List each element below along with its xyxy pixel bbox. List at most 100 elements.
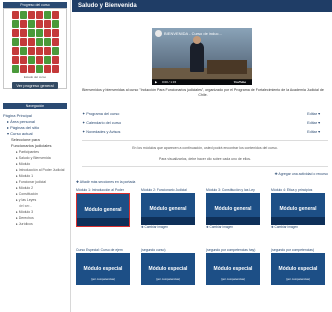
- topic-list: ✦ Programa del curso Editar ▾ ✦ Calendario…: [82, 110, 328, 137]
- module-tile-title: Módulo especial: [213, 266, 253, 272]
- change-image-link[interactable]: ✚ Cambiar imagen: [206, 225, 260, 230]
- topic-row[interactable]: ✦ Programa del curso Editar ▾: [82, 110, 328, 119]
- progress-cell[interactable]: [35, 56, 43, 64]
- progress-cell[interactable]: [27, 38, 35, 46]
- change-image-link[interactable]: ✚ Cambiar imagen: [271, 225, 325, 230]
- progress-cell[interactable]: [35, 11, 43, 19]
- video-desk: [207, 60, 247, 74]
- navigation-tree: Página Principal ▸ Área personal ▸ Páginas…: [3, 113, 67, 227]
- module-tile[interactable]: Módulo general: [271, 193, 325, 225]
- edit-menu[interactable]: Editar ▾: [307, 128, 320, 137]
- progress-cell[interactable]: [43, 65, 51, 73]
- progress-cell[interactable]: [27, 29, 35, 37]
- module-tile[interactable]: Módulo especial (por competencias): [271, 253, 325, 285]
- progress-cell[interactable]: [19, 65, 27, 73]
- module-tile[interactable]: Módulo general: [206, 193, 260, 225]
- module-card[interactable]: Módulo 2: Funcionario Judicial Módulo gen…: [141, 188, 195, 230]
- progress-cell[interactable]: [11, 65, 19, 73]
- progress-cell[interactable]: [51, 47, 59, 55]
- progress-cell[interactable]: [35, 38, 43, 46]
- module-tile[interactable]: Módulo especial (por competencias): [76, 253, 130, 285]
- progress-cell[interactable]: [43, 20, 51, 28]
- video-presenter: [190, 42, 204, 72]
- progress-cell[interactable]: [35, 65, 43, 73]
- navigation-block-title: Navegación: [3, 103, 67, 109]
- progress-cell[interactable]: [19, 20, 27, 28]
- nav-item[interactable]: ▸ Jurídicos: [3, 221, 67, 227]
- module-card[interactable]: Módulo 1: Introducción al Poder Módulo ge…: [76, 188, 130, 227]
- edit-menu[interactable]: Editar ▾: [307, 119, 320, 128]
- play-icon[interactable]: ▶: [155, 79, 157, 85]
- progress-cell[interactable]: [51, 20, 59, 28]
- video-title[interactable]: BIENVENIDA - Curso de induc...: [164, 31, 222, 36]
- module-tile-title: Módulo general: [149, 206, 187, 212]
- progress-cell[interactable]: [51, 11, 59, 19]
- progress-cell[interactable]: [27, 20, 35, 28]
- progress-cell[interactable]: [11, 29, 19, 37]
- progress-cell[interactable]: [11, 11, 19, 19]
- module-tile[interactable]: Módulo general: [76, 193, 130, 227]
- welcome-video-player[interactable]: BIENVENIDA - Curso de induc... ▶ 0:00 / …: [152, 28, 252, 85]
- module-card[interactable]: (segundo curso) Módulo especial (por compe…: [141, 248, 195, 285]
- module-card[interactable]: (segundo por competencias) Módulo especia…: [271, 248, 325, 285]
- progress-cell[interactable]: [19, 56, 27, 64]
- progress-cell[interactable]: [27, 11, 35, 19]
- topic-row[interactable]: ✦ Novedades y Avisos Editar ▾: [82, 128, 328, 137]
- progress-cell[interactable]: [43, 11, 51, 19]
- welcome-text: Bienvenidos y bienvenidas al curso "Indu…: [82, 88, 324, 97]
- module-tile[interactable]: Módulo especial (por competencias): [206, 253, 260, 285]
- video-controls[interactable]: ▶ 0:00 / 1:15 YouTube: [152, 79, 252, 85]
- progress-cell[interactable]: [35, 20, 43, 28]
- view-progress-button[interactable]: Ver progreso general: [12, 82, 58, 89]
- progress-cell[interactable]: [51, 38, 59, 46]
- module-tile-subtitle: (por competencias): [91, 277, 115, 281]
- module-tile-subtitle: (por competencias): [221, 277, 245, 281]
- progress-cell[interactable]: [19, 38, 27, 46]
- module-tile-strip: [77, 218, 129, 226]
- progress-cell[interactable]: [35, 29, 43, 37]
- progress-cell[interactable]: [27, 56, 35, 64]
- progress-cell[interactable]: [43, 38, 51, 46]
- progress-cell[interactable]: [19, 47, 27, 55]
- module-tile[interactable]: Módulo general: [141, 193, 195, 225]
- divider: [82, 166, 328, 167]
- add-sections-link[interactable]: ✚ Añadir más secciones en la portada: [76, 180, 135, 184]
- module-card[interactable]: Curso Especial: Curso de ejem Módulo espe…: [76, 248, 130, 285]
- progress-cell[interactable]: [27, 65, 35, 73]
- progress-cell[interactable]: [11, 56, 19, 64]
- progress-cell[interactable]: [19, 11, 27, 19]
- progress-cell[interactable]: [51, 29, 59, 37]
- progress-cell[interactable]: [27, 47, 35, 55]
- add-activity-link[interactable]: ✚ Agregar una actividad o recurso: [275, 172, 328, 176]
- youtube-logo[interactable]: YouTube: [234, 79, 246, 85]
- progress-cell[interactable]: [35, 47, 43, 55]
- progress-grid: [11, 11, 59, 73]
- progress-cell[interactable]: [43, 56, 51, 64]
- topic-link[interactable]: ✦ Novedades y Avisos: [82, 130, 120, 134]
- progress-cell[interactable]: [51, 56, 59, 64]
- progress-cell[interactable]: [11, 38, 19, 46]
- topic-row[interactable]: ✦ Calendario del curso Editar ▾: [82, 119, 328, 128]
- module-tile[interactable]: Módulo especial (por competencias): [141, 253, 195, 285]
- divider: [82, 140, 328, 141]
- module-tile-strip: [271, 217, 325, 225]
- change-image-link[interactable]: ✚ Cambiar imagen: [141, 225, 195, 230]
- module-tile-strip: [206, 217, 260, 225]
- progress-cell[interactable]: [43, 47, 51, 55]
- topic-link[interactable]: ✦ Programa del curso: [82, 112, 119, 116]
- progress-cell[interactable]: [11, 47, 19, 55]
- module-card[interactable]: Módulo 3: Constitución y las Ley Módulo g…: [206, 188, 260, 230]
- progress-cell[interactable]: [51, 65, 59, 73]
- module-card[interactable]: Módulo 4: Ética y principios Módulo gener…: [271, 188, 325, 230]
- progress-cell[interactable]: [11, 20, 19, 28]
- channel-avatar: [155, 30, 162, 37]
- topic-link[interactable]: ✦ Calendario del curso: [82, 121, 121, 125]
- module-tile-title: Módulo general: [214, 206, 252, 212]
- module-card[interactable]: (segundo por competencias hay) Módulo esp…: [206, 248, 260, 285]
- progress-cell[interactable]: [43, 29, 51, 37]
- edit-menu[interactable]: Editar ▾: [307, 110, 320, 119]
- module-tile-strip: [141, 217, 195, 225]
- module-grid: Módulo 1: Introducción al Poder Módulo ge…: [76, 188, 332, 312]
- progress-cell[interactable]: [19, 29, 27, 37]
- video-presenter-head: [193, 36, 201, 44]
